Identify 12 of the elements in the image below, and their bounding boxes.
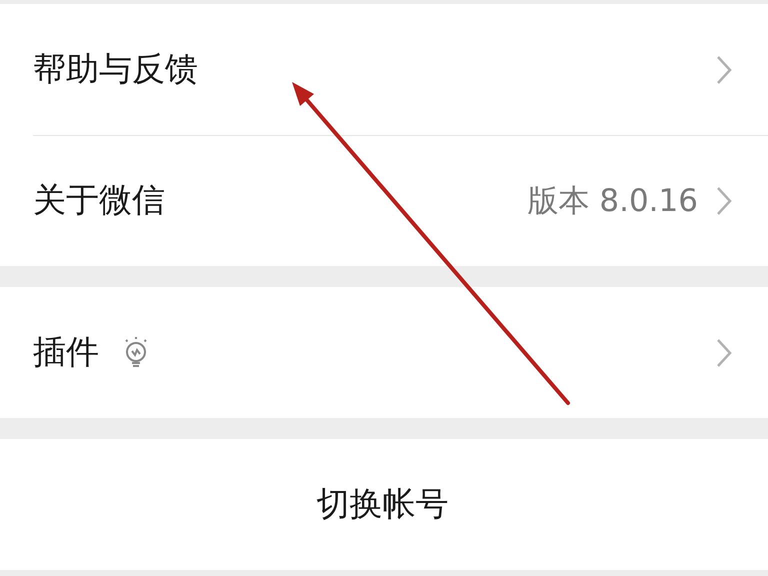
menu-row[interactable]: 帮助与反馈 [0, 4, 768, 135]
chevron-icon [716, 54, 732, 84]
row-label: 关于微信 [33, 179, 165, 221]
row-label: 切换帐号 [316, 483, 448, 525]
row-label: 帮助与反馈 [33, 48, 198, 90]
chevron-icon [716, 338, 732, 368]
chevron-icon [716, 186, 732, 216]
menu-row[interactable]: 关于微信 版本 8.0.16 [0, 135, 768, 266]
menu-row[interactable]: 插件 [0, 287, 768, 418]
menu-row[interactable]: 切换帐号 [0, 439, 768, 570]
row-label: 插件 [33, 331, 99, 373]
version-text: 版本 8.0.16 [528, 182, 698, 220]
